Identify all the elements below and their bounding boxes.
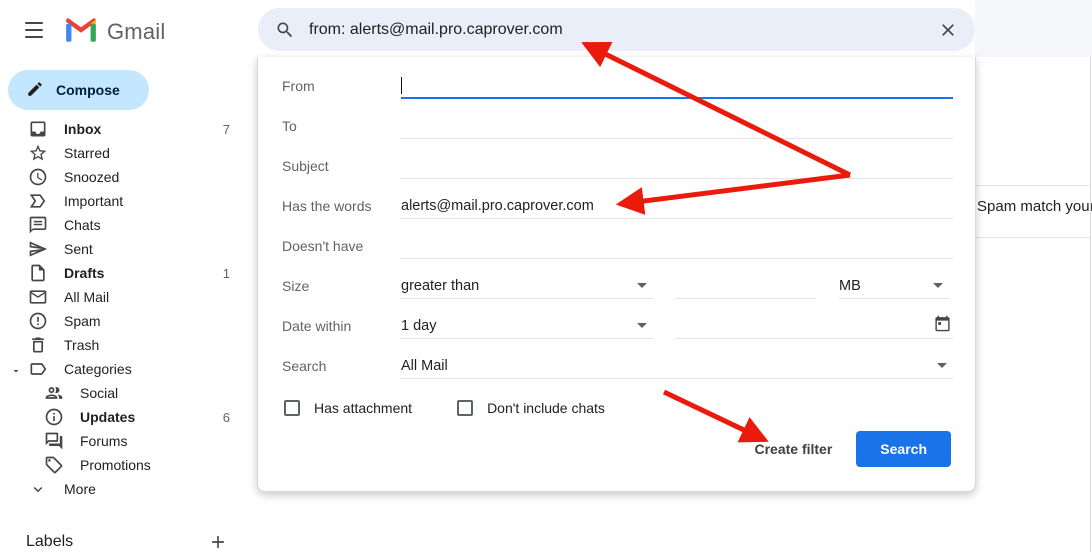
caret-down-icon[interactable]: [10, 364, 22, 376]
clock-icon: [28, 167, 48, 187]
has-words-label: Has the words: [282, 198, 401, 214]
forum-icon: [44, 431, 64, 451]
from-label: From: [282, 78, 401, 94]
settings-row-text: Spam match your s: [977, 198, 1092, 215]
compose-label: Compose: [56, 82, 120, 98]
main-menu-icon[interactable]: [22, 18, 46, 42]
star-icon: [28, 143, 48, 163]
sidebar-item-trash[interactable]: Trash: [0, 333, 256, 357]
plus-icon[interactable]: [206, 530, 230, 554]
label-important-icon: [28, 191, 48, 211]
sidebar-item-chats[interactable]: Chats: [0, 213, 256, 237]
sidebar-item-important[interactable]: Important: [0, 189, 256, 213]
to-input[interactable]: [401, 113, 953, 139]
dont-include-chats-checkbox[interactable]: [457, 400, 473, 416]
labels-title: Labels: [26, 533, 73, 551]
size-unit-dropdown[interactable]: MB: [839, 273, 949, 299]
search-scope-dropdown[interactable]: All Mail: [401, 353, 953, 379]
people-icon: [44, 383, 64, 403]
dropdown-arrow-icon: [637, 323, 647, 328]
search-input[interactable]: from: alerts@mail.pro.caprover.com: [309, 21, 937, 39]
sidebar-item-snoozed[interactable]: Snoozed: [0, 165, 256, 189]
size-operator-dropdown[interactable]: greater than: [401, 273, 653, 299]
inbox-icon: [28, 119, 48, 139]
spam-icon: [28, 311, 48, 331]
sidebar-item-inbox[interactable]: Inbox 7: [0, 117, 256, 141]
sidebar-item-promotions[interactable]: Promotions: [0, 453, 256, 477]
create-filter-button[interactable]: Create filter: [740, 432, 846, 466]
content-right-border: [1090, 57, 1091, 552]
sidebar-nav: Inbox 7 Starred Snoozed Important Chats …: [0, 117, 256, 501]
drafts-count: 1: [223, 266, 256, 281]
size-value-input[interactable]: [676, 273, 816, 299]
from-input[interactable]: [401, 73, 953, 99]
sidebar-item-social[interactable]: Social: [0, 381, 256, 405]
labels-section-header: Labels: [0, 527, 256, 557]
dropdown-arrow-icon: [933, 283, 943, 288]
dont-include-chats-label: Don't include chats: [487, 400, 605, 416]
search-scope-label: Search: [282, 358, 401, 374]
sidebar-item-drafts[interactable]: Drafts 1: [0, 261, 256, 285]
size-label: Size: [282, 278, 401, 294]
date-within-dropdown[interactable]: 1 day: [401, 313, 653, 339]
gmail-logo-icon: [64, 16, 98, 47]
tag-icon: [28, 359, 48, 379]
draft-icon: [28, 263, 48, 283]
gmail-logo: Gmail: [64, 16, 165, 47]
search-button[interactable]: Search: [856, 431, 951, 467]
has-attachment-label: Has attachment: [314, 400, 412, 416]
calendar-icon[interactable]: [934, 315, 951, 336]
subject-input[interactable]: [401, 153, 953, 179]
sidebar-item-more[interactable]: More: [0, 477, 256, 501]
content-divider: [976, 185, 1090, 186]
subject-label: Subject: [282, 158, 401, 174]
date-within-label: Date within: [282, 318, 401, 334]
promotions-tag-icon: [44, 455, 64, 475]
sidebar-item-all-mail[interactable]: All Mail: [0, 285, 256, 309]
search-bar[interactable]: from: alerts@mail.pro.caprover.com: [258, 8, 975, 51]
main-content-area: Spam match your s: [976, 57, 1092, 552]
info-icon: [44, 407, 64, 427]
sidebar-item-spam[interactable]: Spam: [0, 309, 256, 333]
sidebar-item-categories[interactable]: Categories: [0, 357, 256, 381]
content-divider: [976, 237, 1090, 238]
sidebar-item-starred[interactable]: Starred: [0, 141, 256, 165]
to-label: To: [282, 118, 401, 134]
date-input[interactable]: [676, 313, 953, 339]
compose-button[interactable]: Compose: [8, 70, 149, 110]
header-right-band: [975, 0, 1092, 57]
updates-count: 6: [223, 410, 256, 425]
has-attachment-checkbox[interactable]: [284, 400, 300, 416]
search-filter-panel: From To Subject Has the words alerts@mai…: [257, 57, 976, 492]
dropdown-arrow-icon: [637, 283, 647, 288]
sidebar-item-updates[interactable]: Updates 6: [0, 405, 256, 429]
pencil-icon: [26, 80, 44, 101]
chat-icon: [28, 215, 48, 235]
chevron-down-icon: [28, 479, 48, 499]
has-words-input[interactable]: alerts@mail.pro.caprover.com: [401, 193, 953, 219]
top-header: Gmail from: alerts@mail.pro.caprover.com: [0, 0, 1092, 57]
app-title: Gmail: [107, 19, 165, 45]
left-sidebar: Compose Inbox 7 Starred Snoozed Importan…: [0, 57, 256, 552]
doesnt-have-input[interactable]: [401, 233, 953, 259]
text-cursor: [401, 77, 402, 94]
sidebar-item-sent[interactable]: Sent: [0, 237, 256, 261]
mail-icon: [28, 287, 48, 307]
send-icon: [28, 239, 48, 259]
sidebar-item-forums[interactable]: Forums: [0, 429, 256, 453]
search-icon[interactable]: [274, 19, 296, 41]
trash-icon: [28, 335, 48, 355]
doesnt-have-label: Doesn't have: [282, 238, 401, 254]
dropdown-arrow-icon: [937, 363, 947, 368]
inbox-count: 7: [223, 122, 256, 137]
close-icon[interactable]: [937, 19, 959, 41]
